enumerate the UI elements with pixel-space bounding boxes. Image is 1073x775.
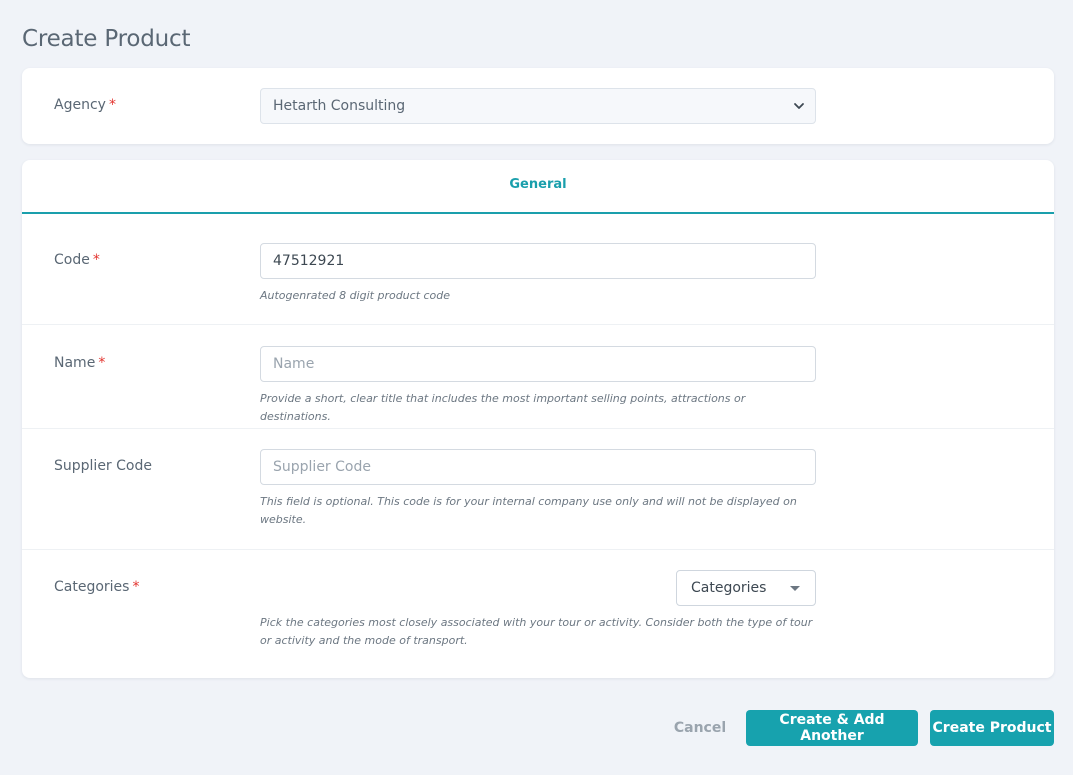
categories-selected-value: Categories [691,580,767,596]
supplier-code-row: Supplier Code This field is optional. Th… [22,429,1054,550]
create-add-another-button[interactable]: Create & Add Another [746,710,918,746]
name-label-text: Name [54,355,96,371]
agency-selected-value: Hetarth Consulting [273,98,406,114]
cancel-button[interactable]: Cancel [665,710,735,746]
code-label-text: Code [54,252,90,268]
agency-label: Agency * [54,97,116,113]
code-label: Code * [54,252,100,268]
code-help-text: Autogenrated 8 digit product code [260,289,451,302]
supplier-code-label: Supplier Code [54,458,152,474]
code-input[interactable] [260,243,816,279]
tab-general[interactable]: General [22,177,1054,192]
name-help-text: Provide a short, clear title that includ… [260,392,746,423]
tab-bar: General [22,160,1054,214]
caret-down-icon [790,586,800,591]
product-form-card: General Code* Autogenrated 8 digit produ… [22,160,1054,678]
chevron-down-icon [794,103,804,109]
supplier-code-help-text: This field is optional. This code is for… [260,495,797,526]
categories-label-text: Categories [54,579,130,595]
required-mark: * [98,355,106,371]
required-mark: * [108,97,116,113]
agency-select[interactable]: Hetarth Consulting [260,88,816,124]
categories-help-text: Pick the categories most closely associa… [260,616,813,647]
agency-label-text: Agency [54,97,106,113]
required-mark: * [132,579,140,595]
name-label: Name * [54,355,105,371]
required-mark: * [92,252,100,268]
name-row: Name* Provide a short, clear title that … [22,325,1054,429]
categories-row: Categories * Categories Pick the categori… [22,550,1054,678]
name-input[interactable] [260,346,816,382]
categories-select[interactable]: Categories [676,570,816,606]
create-product-button[interactable]: Create Product [930,710,1054,746]
agency-card: Agency * Hetarth Consulting [22,68,1054,144]
page-title: Create Product [22,26,191,52]
categories-label: Categories * [54,579,139,595]
code-row: Code* Autogenrated 8 digit product code [22,216,1054,325]
supplier-code-input[interactable] [260,449,816,485]
